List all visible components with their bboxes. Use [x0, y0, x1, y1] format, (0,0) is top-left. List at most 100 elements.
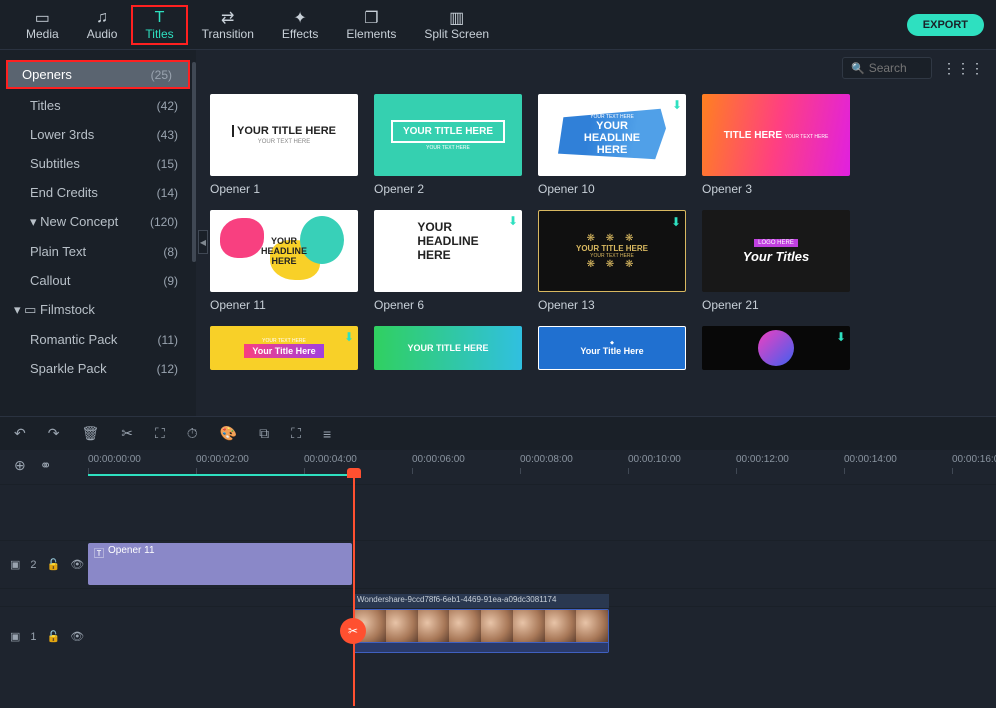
sidebar-collapse-handle[interactable]: ◀ [198, 230, 208, 254]
thumb-title: TITLE HERE [724, 130, 782, 141]
tab-elements[interactable]: ❐ Elements [332, 5, 410, 45]
thumbnail-opener-13[interactable]: ⬇ ❋ ❋ ❋ YOUR TITLE HERE YOUR TEXT HERE ❋… [538, 210, 686, 312]
lock-icon[interactable]: 🔓 [47, 558, 61, 571]
tick: 00:00:00:00 [88, 454, 141, 465]
thumb-label: Opener 10 [538, 182, 686, 196]
freeze-icon[interactable]: ⧉ [259, 425, 269, 442]
track-toggle-icon[interactable]: ▣ [10, 558, 20, 571]
sidebar-item-new-concept[interactable]: ▾ New Concept (120) [0, 207, 196, 237]
download-icon: ⬇ [836, 330, 846, 344]
tab-transition[interactable]: ⇄ Transition [188, 5, 268, 45]
search-input[interactable] [869, 61, 929, 75]
clip-title[interactable]: 🅃 Opener 11 [88, 543, 352, 585]
settings-icon[interactable]: ≡ [323, 426, 331, 442]
cut-icon[interactable]: ✂ [121, 425, 133, 442]
playhead[interactable] [353, 476, 355, 706]
sidebar-item-count: (14) [157, 186, 178, 200]
sidebar-item-label: Subtitles [30, 156, 80, 171]
transition-icon: ⇄ [221, 9, 234, 27]
sidebar-item-sparkle-pack[interactable]: Sparkle Pack (12) [0, 354, 196, 383]
folder-icon: ▭ [35, 9, 50, 27]
thumb-text: HERE [597, 144, 628, 156]
sidebar-scrollbar[interactable] [192, 62, 196, 262]
sidebar-item-callout[interactable]: Callout (9) [0, 266, 196, 295]
thumbnail-opener-6[interactable]: ⬇ YOURHEADLINEHERE Opener 6 [374, 210, 522, 312]
thumbnail-opener-1[interactable]: YOUR TITLE HERE YOUR TEXT HERE Opener 1 [210, 94, 358, 196]
tab-media[interactable]: ▭ Media [12, 5, 73, 45]
sidebar-group-filmstock[interactable]: ▾ ▭ Filmstock [0, 295, 196, 325]
crop-icon[interactable]: ⛶ [155, 425, 165, 442]
thumbnail-opener-21[interactable]: LOGO HERE Your Titles Opener 21 [702, 210, 850, 312]
sidebar-item-romantic-pack[interactable]: Romantic Pack (11) [0, 325, 196, 354]
sidebar-item-openers[interactable]: Openers (25) [6, 60, 190, 89]
thumbnail-grid: YOUR TITLE HERE YOUR TEXT HERE Opener 1 … [196, 86, 996, 416]
thumbnail-item[interactable]: YOUR TITLE HERE [374, 326, 522, 370]
thumbnail-opener-3[interactable]: TITLE HERE YOUR TEXT HERE Opener 3 [702, 94, 850, 196]
timeline-ruler[interactable]: 00:00:00:00 00:00:02:00 00:00:04:00 00:0… [88, 454, 996, 476]
thumb-label: Opener 1 [210, 182, 358, 196]
add-track-icon[interactable]: ⊕ [14, 457, 26, 474]
link-icon[interactable]: ⚭ [40, 457, 52, 474]
sidebar-item-count: (120) [150, 215, 178, 229]
timeline-toolbar: ↶ ↷ 🗑 ✂ ⛶ ⏱ 🎨 ⧉ ⛶ ≡ [0, 416, 996, 450]
tab-titles[interactable]: T Titles [131, 5, 187, 45]
grid-view-icon[interactable]: ⋮⋮⋮ [942, 60, 984, 77]
tab-label: Media [26, 27, 59, 41]
fit-icon[interactable]: ⛶ [291, 425, 301, 442]
thumb-title: Your Title Here [580, 346, 643, 356]
split-icon: ▥ [449, 9, 464, 27]
thumb-title: YOUR TITLE HERE [407, 343, 488, 353]
tab-label: Audio [87, 27, 118, 41]
sidebar-item-plain-text[interactable]: Plain Text (8) [0, 237, 196, 266]
color-icon[interactable]: 🎨 [220, 425, 237, 442]
thumb-label: Opener 2 [374, 182, 522, 196]
track-1: ▣ 1 🔓 👁 Wondershare-9ccd78f6-6eb1-4469-9… [0, 606, 996, 666]
delete-icon[interactable]: 🗑 [81, 425, 99, 442]
sidebar-item-subtitles[interactable]: Subtitles (15) [0, 149, 196, 178]
sidebar-item-end-credits[interactable]: End Credits (14) [0, 178, 196, 207]
tick: 00:00:08:00 [520, 454, 573, 465]
tick: 00:00:14:00 [844, 454, 897, 465]
search-box[interactable]: 🔍 [842, 57, 932, 79]
tick: 00:00:04:00 [304, 454, 357, 465]
sidebar-item-count: (8) [163, 245, 178, 259]
track-toggle-icon[interactable]: ▣ [10, 630, 20, 643]
sidebar-group-label: ▾ ▭ Filmstock [14, 302, 95, 318]
content-panel: 🔍 ⋮⋮⋮ YOUR TITLE HERE YOUR TEXT HERE Ope… [196, 50, 996, 416]
thumbnail-opener-10[interactable]: ⬇ YOUR TEXT HERE YOUR HEADLINE HERE Open… [538, 94, 686, 196]
clip-label: Opener 11 [108, 545, 155, 556]
thumbnail-item[interactable]: ⬇ [702, 326, 850, 370]
thumb-label: Opener 6 [374, 298, 522, 312]
export-button[interactable]: EXPORT [907, 14, 984, 36]
text-clip-icon: 🅃 [94, 545, 104, 560]
lock-icon[interactable]: 🔓 [47, 630, 61, 643]
tab-audio[interactable]: ♫ Audio [73, 5, 132, 45]
speed-icon[interactable]: ⏱ [187, 425, 198, 442]
thumbnail-item[interactable]: ⬇ YOUR TEXT HERE Your Title Here [210, 326, 358, 370]
text-icon: T [155, 9, 165, 27]
sidebar-item-count: (43) [157, 128, 178, 142]
cut-marker-icon[interactable]: ✂ [340, 618, 366, 644]
visibility-icon[interactable]: 👁 [70, 630, 84, 643]
track-2: ▣ 2 🔓 👁 🅃 Opener 11 [0, 540, 996, 588]
thumb-title: Your Title Here [244, 344, 323, 358]
tab-effects[interactable]: ✦ Effects [268, 5, 332, 45]
thumb-text: HEADLINE [584, 132, 640, 144]
sidebar-item-count: (11) [158, 333, 178, 347]
thumbnail-opener-11[interactable]: YOURHEADLINEHERE Opener 11 [210, 210, 358, 312]
thumb-text: YOUR [596, 120, 628, 132]
visibility-icon[interactable]: 👁 [70, 558, 84, 571]
download-icon: ⬇ [508, 214, 518, 228]
undo-icon[interactable]: ↶ [14, 425, 26, 442]
work-area[interactable] [88, 474, 353, 476]
clip-video[interactable] [353, 609, 609, 653]
thumbnail-item[interactable]: ◆ Your Title Here [538, 326, 686, 370]
tab-split-screen[interactable]: ▥ Split Screen [410, 5, 503, 45]
thumbnail-opener-2[interactable]: YOUR TITLE HERE YOUR TEXT HERE Opener 2 [374, 94, 522, 196]
tick: 00:00:10:00 [628, 454, 681, 465]
sidebar-item-label: Plain Text [30, 244, 86, 259]
redo-icon[interactable]: ↷ [48, 425, 60, 442]
sidebar-item-lower-3rds[interactable]: Lower 3rds (43) [0, 120, 196, 149]
tab-label: Effects [282, 27, 318, 41]
sidebar-item-titles[interactable]: Titles (42) [0, 91, 196, 120]
